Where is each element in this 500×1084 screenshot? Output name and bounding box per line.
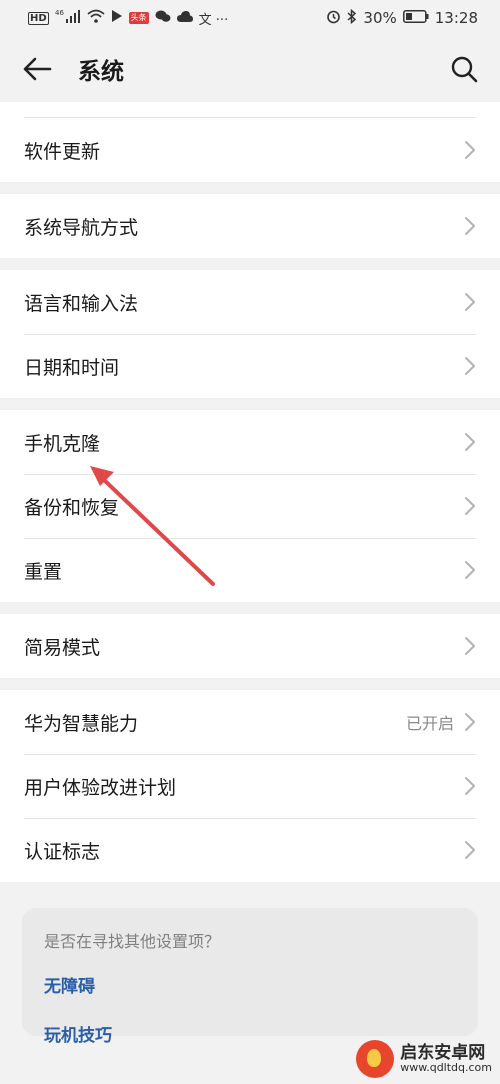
status-right: 30% 13:28 [326, 8, 478, 28]
settings-row[interactable]: 简易模式 [0, 614, 500, 678]
app-bar: 系统 [0, 36, 500, 102]
section-gap [0, 602, 500, 614]
chevron-right-icon [465, 497, 475, 515]
settings-section: 系统导航方式 [0, 194, 500, 258]
link-accessibility[interactable]: 无障碍 [44, 972, 456, 997]
chevron-right-icon [465, 841, 475, 859]
settings-section: 软件更新 [0, 118, 500, 182]
settings-row-label: 软件更新 [24, 140, 101, 163]
watermark-name: 启东安卓网 [400, 1042, 486, 1063]
settings-section: 手机克隆备份和恢复重置 [0, 410, 500, 602]
settings-row-label: 简易模式 [24, 636, 101, 659]
toutiao-badge: 头条 [128, 12, 149, 24]
signal-icon: 46 [55, 9, 81, 27]
search-button[interactable] [442, 51, 478, 87]
chevron-right-icon [465, 217, 475, 235]
search-icon [451, 56, 478, 83]
settings-row-label: 重置 [24, 560, 63, 583]
watermark: 启东安卓网 www.qdltdq.com [356, 1040, 492, 1078]
status-left: HD 46 头条 文 ··· [28, 9, 228, 28]
hd-indicator: HD [28, 11, 49, 25]
watermark-logo-icon [356, 1040, 395, 1078]
settings-row-label: 语言和输入法 [24, 292, 139, 315]
section-gap [0, 258, 500, 270]
settings-row[interactable]: 用户体验改进计划 [0, 754, 500, 818]
cloud-icon [176, 9, 193, 27]
settings-section: 简易模式 [0, 614, 500, 678]
chevron-right-icon [465, 637, 475, 655]
list-top-strip [0, 102, 500, 118]
chevron-right-icon [465, 713, 475, 731]
section-gap [0, 678, 500, 690]
chevron-right-icon [465, 433, 475, 451]
settings-row[interactable]: 日期和时间 [0, 334, 500, 398]
chevron-right-icon [465, 357, 475, 375]
battery-percent: 30% [363, 9, 397, 27]
play-icon [111, 9, 123, 27]
settings-row-label: 手机克隆 [24, 432, 101, 455]
settings-row-label: 华为智慧能力 [24, 712, 139, 735]
settings-row-value: 已开启 [405, 714, 454, 733]
watermark-url: www.qdltdq.com [400, 1061, 492, 1075]
settings-row-label: 备份和恢复 [24, 496, 120, 519]
arrow-left-icon [23, 57, 52, 81]
chevron-right-icon [465, 777, 475, 795]
svg-text:46: 46 [55, 9, 64, 17]
settings-row-label: 用户体验改进计划 [24, 776, 177, 799]
settings-section: 语言和输入法 日期和时间 [0, 270, 500, 398]
settings-row[interactable]: 手机克隆 [0, 410, 500, 474]
bluetooth-icon [347, 8, 357, 28]
settings-row[interactable]: 软件更新 [0, 118, 500, 182]
battery-icon [402, 9, 429, 27]
section-gap [0, 398, 500, 410]
settings-row-label: 认证标志 [24, 840, 101, 863]
settings-section: 华为智慧能力 已开启用户体验改进计划 认证标志 [0, 690, 500, 882]
settings-row[interactable]: 华为智慧能力 已开启 [0, 690, 500, 754]
settings-row[interactable]: 重置 [0, 538, 500, 602]
misc-notifications: 文 ··· [198, 12, 229, 28]
suggestion-card: 是否在寻找其他设置项？ 无障碍 玩机技巧 [22, 908, 478, 1046]
settings-row-label: 日期和时间 [24, 356, 120, 379]
wechat-icon [155, 9, 171, 27]
watermark-text: 启东安卓网 www.qdltdq.com [400, 1042, 492, 1075]
alarm-icon [326, 9, 341, 28]
settings-row[interactable]: 系统导航方式 [0, 194, 500, 258]
back-button[interactable] [22, 51, 58, 87]
section-gap [0, 182, 500, 194]
chevron-right-icon [465, 141, 475, 159]
settings-list: 软件更新 系统导航方式 语言和输入法 日期和时间 手机克隆 备份和恢复 重置 简易模式 华为智慧… [0, 118, 500, 882]
wifi-icon [87, 9, 105, 27]
page-title: 系统 [78, 59, 124, 85]
settings-row[interactable]: 备份和恢复 [0, 474, 500, 538]
settings-row-label: 系统导航方式 [24, 216, 139, 239]
chevron-right-icon [465, 561, 475, 579]
settings-row[interactable]: 认证标志 [0, 818, 500, 882]
status-bar: HD 46 头条 文 ··· 30% 13:28 [0, 0, 500, 36]
suggestion-question: 是否在寻找其他设置项？ [44, 932, 221, 951]
chevron-right-icon [465, 293, 475, 311]
clock-time: 13:28 [434, 9, 478, 27]
settings-row[interactable]: 语言和输入法 [0, 270, 500, 334]
